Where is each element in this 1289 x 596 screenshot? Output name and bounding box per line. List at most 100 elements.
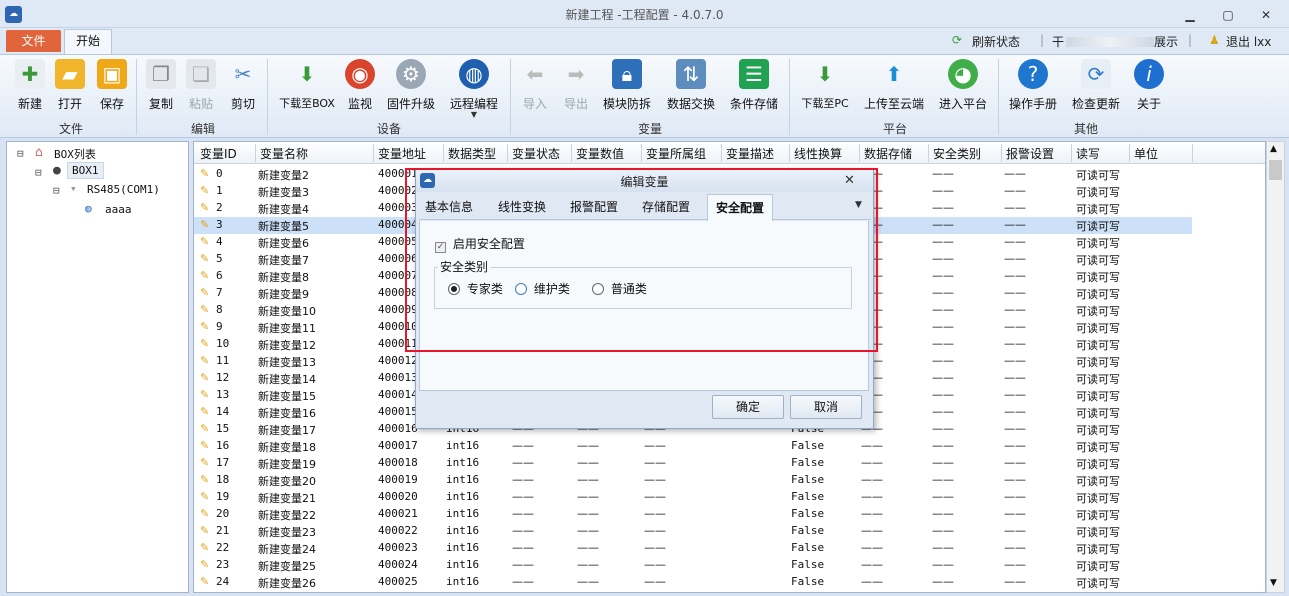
- restore-button[interactable]: ▢: [1214, 6, 1242, 24]
- logout-link[interactable]: 退出 lxx: [1226, 33, 1271, 50]
- tree-device-label[interactable]: aaaa: [105, 203, 132, 216]
- scroll-down-icon[interactable]: ▼: [1270, 578, 1277, 588]
- cell-address: 400012: [378, 354, 418, 367]
- tree-collapse-icon[interactable]: ⊟: [35, 166, 42, 179]
- column-header-data-type[interactable]: 数据类型: [448, 145, 496, 162]
- tab-storage-config[interactable]: 存储配置: [642, 198, 690, 215]
- column-header-var-name[interactable]: 变量名称: [260, 145, 308, 162]
- tree-root-label[interactable]: BOX列表: [54, 146, 96, 162]
- refresh-icon[interactable]: ⟳: [952, 33, 962, 47]
- enable-security-checkbox[interactable]: ✓ 启用安全配置: [435, 235, 525, 253]
- column-header-var-group[interactable]: 变量所属组: [646, 145, 706, 162]
- tab-file[interactable]: 文件: [6, 30, 61, 52]
- cell-read-write: 可读可写: [1076, 169, 1120, 182]
- tab-start[interactable]: 开始: [64, 29, 112, 54]
- remote-programming-button[interactable]: ◍ 远程编程 ▼: [449, 59, 499, 119]
- column-header-var-value[interactable]: 变量数值: [576, 145, 624, 162]
- cell-alarm: ——: [1004, 371, 1026, 384]
- data-exchange-button[interactable]: ⇅ 数据交换: [666, 59, 716, 117]
- upload-to-cloud-button[interactable]: ⬆ 上传至云端: [863, 59, 925, 117]
- cell-address: 400021: [378, 507, 418, 520]
- check-update-button[interactable]: ⟳ 检查更新: [1071, 59, 1121, 117]
- minimize-button[interactable]: ▁: [1176, 6, 1204, 24]
- tree-collapse-icon[interactable]: ⊟: [53, 184, 60, 197]
- column-separator: [641, 144, 642, 162]
- column-header-read-write[interactable]: 读写: [1076, 145, 1100, 162]
- column-header-var-address[interactable]: 变量地址: [378, 145, 426, 162]
- column-header-data-storage[interactable]: 数据存储: [864, 145, 912, 162]
- tab-security-config[interactable]: 安全配置: [707, 194, 774, 221]
- refresh-status-link[interactable]: 刷新状态: [972, 33, 1020, 50]
- cell-id: 18: [216, 473, 230, 486]
- about-button[interactable]: i 关于: [1124, 59, 1174, 117]
- exchange-icon: ⇅: [676, 59, 706, 89]
- save-button[interactable]: ▣ 保存: [87, 59, 137, 117]
- cell-id: 21: [216, 524, 230, 537]
- table-row[interactable]: ✎ 20 新建变量22 400021 int16 —— —— —— False —— —— —— 可读可…: [194, 506, 1265, 523]
- table-row[interactable]: ✎ 18 新建变量20 400019 int16 —— —— —— False —— —— —— 可读可…: [194, 472, 1265, 489]
- table-row[interactable]: ✎ 16 新建变量18 400017 int16 —— —— —— False —— —— —— 可读可…: [194, 438, 1265, 455]
- table-row[interactable]: ✎ 19 新建变量21 400020 int16 —— —— —— False —— —— —— 可读可…: [194, 489, 1265, 506]
- table-row[interactable]: ✎ 23 新建变量25 400024 int16 —— —— —— False —— —— —— 可读可…: [194, 557, 1265, 574]
- radio-expert[interactable]: 专家类: [448, 280, 503, 297]
- cell-id: 13: [216, 388, 230, 401]
- cell-linear: False: [791, 558, 825, 571]
- cell-name: 新建变量11: [258, 322, 316, 335]
- column-header-unit[interactable]: 单位: [1134, 145, 1158, 162]
- radio-normal[interactable]: 普通类: [592, 280, 647, 297]
- user-manual-button[interactable]: ? 操作手册: [1008, 59, 1058, 117]
- table-row[interactable]: ✎ 22 新建变量24 400023 int16 —— —— —— False —— —— —— 可读可…: [194, 540, 1265, 557]
- export-button[interactable]: ➡ 导出: [551, 59, 601, 117]
- column-header-var-id[interactable]: 变量ID: [200, 145, 237, 162]
- security-config-panel: ✓ 启用安全配置 安全类别 专家类 维护类 普通类: [419, 221, 869, 391]
- module-anti-tamper-button[interactable]: 🔒︎ 模块防拆: [602, 59, 652, 117]
- cell-security: ——: [932, 439, 954, 452]
- tree-collapse-icon[interactable]: ⊟: [17, 147, 24, 160]
- pencil-icon: ✎: [200, 439, 210, 452]
- cancel-button[interactable]: 取消: [790, 395, 862, 419]
- tree-box-label[interactable]: BOX1: [67, 162, 104, 179]
- cell-read-write: 可读可写: [1076, 305, 1120, 318]
- table-row[interactable]: ✎ 24 新建变量26 400025 int16 —— —— —— False —— —— —— 可读可…: [194, 574, 1265, 591]
- conditional-storage-button[interactable]: ☰ 条件存储: [729, 59, 779, 117]
- monitor-button[interactable]: ◉ 监视: [335, 59, 385, 117]
- column-header-var-description[interactable]: 变量描述: [726, 145, 774, 162]
- close-button[interactable]: ✕: [1252, 6, 1280, 24]
- radio-maintenance[interactable]: 维护类: [515, 280, 570, 297]
- cell-name: 新建变量19: [258, 458, 316, 471]
- scroll-thumb[interactable]: [1269, 160, 1282, 180]
- tab-linear-transform[interactable]: 线性变换: [498, 198, 546, 215]
- vertical-scrollbar[interactable]: ▲ ▼: [1266, 141, 1285, 593]
- cell-security: ——: [932, 269, 954, 282]
- cell-alarm: ——: [1004, 286, 1026, 299]
- radio-selected-icon[interactable]: [448, 283, 460, 295]
- cell-type: int16: [446, 473, 480, 486]
- download-to-pc-button[interactable]: ⬇ 下载至PC: [798, 59, 852, 117]
- scroll-up-icon[interactable]: ▲: [1270, 144, 1277, 154]
- ok-button[interactable]: 确定: [712, 395, 784, 419]
- cell-group: ——: [644, 473, 666, 486]
- enter-platform-button[interactable]: ◕ 进入平台: [937, 59, 989, 117]
- cell-security: ——: [932, 201, 954, 214]
- firmware-upgrade-button[interactable]: ⚙ 固件升级: [386, 59, 436, 117]
- column-header-var-status[interactable]: 变量状态: [512, 145, 560, 162]
- column-header-security-category[interactable]: 安全类别: [933, 145, 981, 162]
- column-separator: [1192, 144, 1193, 162]
- checkbox-checked-icon[interactable]: ✓: [435, 242, 446, 253]
- table-row[interactable]: ✎ 17 新建变量19 400018 int16 —— —— —— False —— —— —— 可读可…: [194, 455, 1265, 472]
- pencil-icon: ✎: [200, 218, 210, 231]
- column-header-alarm-setting[interactable]: 报警设置: [1006, 145, 1054, 162]
- download-to-box-button[interactable]: ⬇ 下载至BOX: [279, 59, 335, 117]
- radio-unselected-icon[interactable]: [515, 283, 527, 295]
- tab-basic-info[interactable]: 基本信息: [425, 198, 473, 215]
- cell-security: ——: [932, 337, 954, 350]
- radio-unselected-icon[interactable]: [592, 283, 604, 295]
- column-header-linear-conversion[interactable]: 线性换算: [794, 145, 842, 162]
- tab-alarm-config[interactable]: 报警配置: [570, 198, 618, 215]
- table-row[interactable]: ✎ 21 新建变量23 400022 int16 —— —— —— False —— —— —— 可读可…: [194, 523, 1265, 540]
- tabs-dropdown-icon[interactable]: ▼: [855, 200, 862, 210]
- dialog-close-icon[interactable]: ✕: [844, 173, 855, 188]
- cut-button[interactable]: ✂ 剪切: [218, 59, 268, 117]
- dialog-title: 编辑变量: [620, 175, 669, 189]
- tree-port-label[interactable]: RS485(COM1): [87, 183, 160, 196]
